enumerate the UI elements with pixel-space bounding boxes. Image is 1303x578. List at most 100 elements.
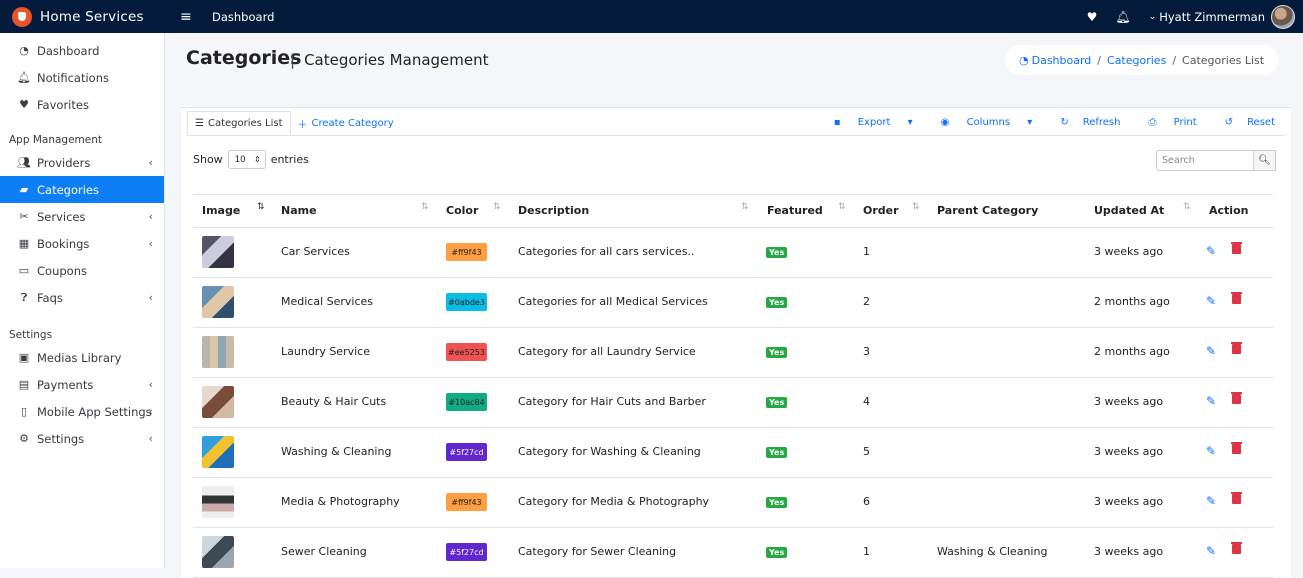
column-header[interactable]: Updated At: [1094, 204, 1164, 217]
category-name: Beauty & Hair Cuts: [281, 395, 387, 408]
sidebar: ◔ Dashboard 🔔︎ Notifications ♥ Favorites Ap…: [0, 33, 165, 568]
page-title: Categories: [186, 47, 302, 69]
edit-icon[interactable]: ✎: [1206, 394, 1216, 408]
tab-categories-list[interactable]: ☰ Categories List: [187, 111, 291, 135]
category-description: Category for Sewer Cleaning: [518, 545, 677, 558]
delete-button[interactable]: [1231, 542, 1242, 557]
edit-icon[interactable]: ✎: [1206, 544, 1216, 558]
edit-icon[interactable]: ✎: [1206, 244, 1216, 258]
brand[interactable]: Home Services: [0, 0, 165, 33]
sidebar-item-label: Bookings: [37, 236, 90, 251]
sidebar-item-settings[interactable]: ⚙ Settings ‹: [0, 425, 164, 452]
sort-icon[interactable]: ⇅: [912, 202, 920, 212]
delete-button[interactable]: [1231, 442, 1242, 457]
updated-at: 3 weeks ago: [1094, 395, 1164, 408]
search-button[interactable]: 🔍︎: [1254, 150, 1276, 171]
sort-icon[interactable]: ⇅: [1183, 202, 1191, 212]
breadcrumb-categories[interactable]: Categories: [1107, 54, 1166, 67]
sidebar-item-services[interactable]: ✂ Services ‹: [0, 203, 164, 230]
chevron-down-icon: ⌄: [1148, 11, 1157, 22]
edit-icon[interactable]: ✎: [1206, 344, 1216, 358]
heart-icon[interactable]: ♥: [1087, 10, 1098, 24]
user-menu[interactable]: ⌄ Hyatt Zimmerman: [1148, 4, 1295, 29]
updated-at: 3 weeks ago: [1094, 445, 1164, 458]
column-header[interactable]: Order: [863, 204, 899, 217]
column-header: Action: [1209, 204, 1249, 217]
save-icon: ▪: [833, 117, 841, 128]
print-label: Print: [1173, 117, 1197, 128]
edit-icon[interactable]: ✎: [1206, 444, 1216, 458]
featured-badge: Yes: [766, 397, 788, 408]
edit-icon[interactable]: ✎: [1206, 294, 1216, 308]
chevron-left-icon: ‹: [148, 291, 153, 304]
list-icon: ☰: [195, 117, 204, 129]
trash-icon: [1231, 542, 1242, 554]
color-swatch: #ee5253: [446, 343, 487, 361]
column-header[interactable]: Description: [518, 204, 589, 217]
sidebar-item-bookings[interactable]: ▦ Bookings ‹: [0, 230, 164, 257]
export-button[interactable]: ▪ Export ▾: [820, 117, 913, 128]
table-row: Sewer Cleaning #5f27cd Category for Sewe…: [193, 528, 1273, 578]
calendar-icon: ▦: [18, 237, 30, 250]
tab-divider: [187, 135, 1285, 136]
column-header[interactable]: Parent Category: [937, 204, 1038, 217]
search-input[interactable]: Search: [1156, 150, 1254, 171]
column-header[interactable]: Color: [446, 204, 478, 217]
entries-select[interactable]: 10: [227, 150, 266, 169]
sidebar-item-payments[interactable]: ▤ Payments ‹: [0, 371, 164, 398]
column-header[interactable]: Featured: [767, 204, 823, 217]
refresh-button[interactable]: ↻ Refresh: [1046, 117, 1120, 128]
delete-button[interactable]: [1231, 492, 1242, 507]
updated-at: 3 weeks ago: [1094, 545, 1164, 558]
category-description: Category for Media & Photography: [518, 495, 710, 508]
sort-icon[interactable]: ⇅: [838, 202, 846, 212]
sort-icon[interactable]: ⇅: [493, 202, 501, 212]
sidebar-item-mobile-app-settings[interactable]: ▯ Mobile App Settings ‹: [0, 398, 164, 425]
sort-icon[interactable]: ⇅: [257, 202, 265, 212]
column-header[interactable]: Image: [202, 204, 240, 217]
delete-button[interactable]: [1231, 242, 1242, 257]
color-swatch: #0abde3: [446, 293, 487, 311]
sidebar-item-favorites[interactable]: ♥ Favorites: [0, 91, 164, 118]
category-image: [202, 436, 234, 468]
category-name: Laundry Service: [281, 345, 370, 358]
trash-icon: [1231, 292, 1242, 304]
breadcrumb-dashboard[interactable]: ◔ Dashboard: [1019, 54, 1091, 67]
sidebar-item-coupons[interactable]: ▭ Coupons: [0, 257, 164, 284]
edit-icon[interactable]: ✎: [1206, 494, 1216, 508]
category-image: [202, 236, 234, 268]
sidebar-item-label: Faqs: [37, 290, 63, 305]
bell-icon[interactable]: 🔔︎: [1115, 10, 1130, 24]
top-dashboard-link[interactable]: Dashboard: [212, 10, 274, 24]
tab-create-category[interactable]: ＋ Create Category: [291, 111, 401, 135]
sidebar-item-providers[interactable]: 👥︎ Providers ‹: [0, 149, 164, 176]
category-name: Car Services: [281, 245, 350, 258]
sort-icon[interactable]: ⇅: [421, 202, 429, 212]
delete-button[interactable]: [1231, 292, 1242, 307]
sidebar-item-categories[interactable]: ▰ Categories: [0, 176, 164, 203]
avatar[interactable]: [1271, 4, 1295, 29]
print-button[interactable]: ⎙ Print: [1134, 117, 1196, 128]
length-control: Show 10 entries: [193, 150, 309, 169]
delete-button[interactable]: [1231, 392, 1242, 407]
section-app-management: App Management: [9, 134, 103, 146]
sort-icon[interactable]: ⇅: [741, 202, 749, 212]
reset-button[interactable]: ↺ Reset: [1211, 117, 1275, 128]
featured-badge: Yes: [766, 547, 788, 558]
heart-icon: ♥: [19, 98, 29, 111]
category-image: [202, 486, 234, 518]
sidebar-item-faqs[interactable]: ❓︎ Faqs ‹: [0, 284, 164, 311]
trash-icon: [1231, 392, 1242, 404]
category-order: 5: [863, 445, 870, 458]
columns-button[interactable]: ◉ Columns ▾: [927, 117, 1033, 128]
table-toolbar: ▪ Export ▾ ◉ Columns ▾ ↻ Refresh ⎙ Print …: [806, 117, 1275, 128]
ticket-icon: ▭: [18, 264, 30, 277]
menu-toggle-icon[interactable]: ≡: [180, 9, 196, 25]
delete-button[interactable]: [1231, 342, 1242, 357]
column-header[interactable]: Name: [281, 204, 317, 217]
sidebar-item-notifications[interactable]: 🔔︎ Notifications: [0, 64, 164, 91]
color-swatch: #5f27cd: [446, 543, 487, 561]
sidebar-item-dashboard[interactable]: ◔ Dashboard: [0, 37, 164, 64]
sidebar-item-medias-library[interactable]: ▣ Medias Library: [0, 344, 164, 371]
category-order: 4: [863, 395, 870, 408]
